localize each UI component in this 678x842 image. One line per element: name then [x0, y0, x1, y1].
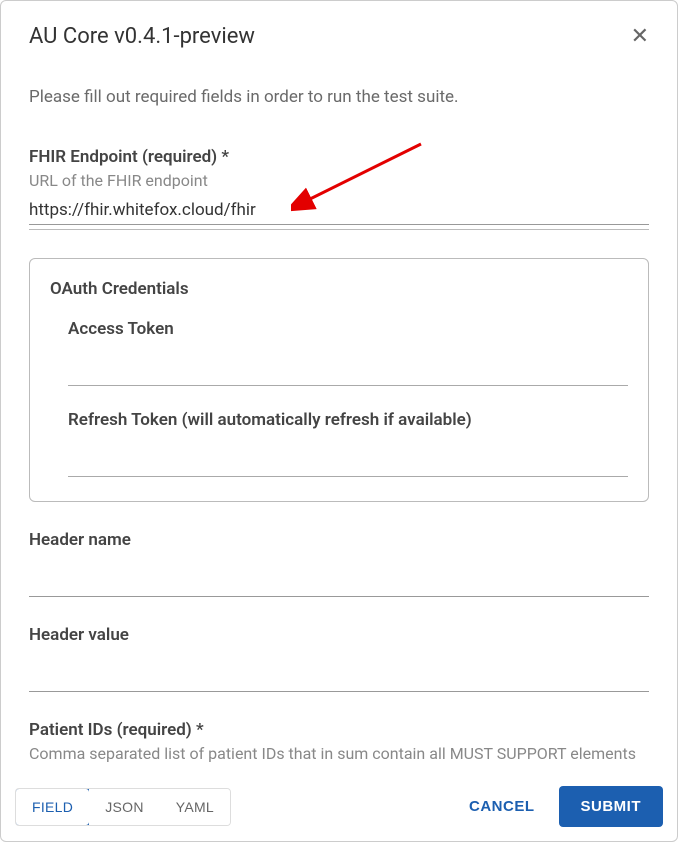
tab-yaml[interactable]: YAML [160, 789, 230, 825]
refresh-token-label: Refresh Token (will automatically refres… [68, 410, 628, 430]
form-scroll-area[interactable]: Please fill out required fields in order… [1, 59, 677, 776]
oauth-credentials-fieldset: OAuth Credentials Access Token Refresh T… [29, 258, 649, 502]
divider [29, 229, 649, 230]
header-name-label: Header name [29, 530, 649, 550]
fhir-endpoint-help: URL of the FHIR endpoint [29, 171, 649, 190]
intro-text: Please fill out required fields in order… [29, 87, 649, 107]
access-token-input[interactable] [68, 355, 628, 386]
header-value-input[interactable] [29, 661, 649, 692]
footer-actions: CANCEL SUBMIT [453, 786, 663, 827]
tab-field[interactable]: FIELD [15, 788, 90, 826]
format-tab-group: FIELD JSON YAML [15, 788, 231, 826]
patient-ids-label: Patient IDs (required) * [29, 720, 649, 740]
dialog-title: AU Core v0.4.1-preview [29, 24, 255, 49]
access-token-label: Access Token [68, 319, 628, 339]
dialog-footer: FIELD JSON YAML CANCEL SUBMIT [1, 776, 677, 841]
header-name-field: Header name [29, 530, 649, 597]
dialog: AU Core v0.4.1-preview ✕ Please fill out… [0, 0, 678, 842]
dialog-header: AU Core v0.4.1-preview ✕ [1, 1, 677, 59]
access-token-field: Access Token [68, 319, 628, 386]
cancel-button[interactable]: CANCEL [453, 788, 551, 825]
submit-button[interactable]: SUBMIT [559, 786, 664, 827]
close-icon: ✕ [631, 23, 649, 48]
fhir-endpoint-field: FHIR Endpoint (required) * URL of the FH… [29, 147, 649, 230]
fhir-endpoint-label: FHIR Endpoint (required) * [29, 147, 649, 167]
tab-json[interactable]: JSON [89, 789, 160, 825]
close-button[interactable]: ✕ [627, 21, 653, 51]
patient-ids-field: Patient IDs (required) * Comma separated… [29, 720, 649, 763]
oauth-legend: OAuth Credentials [50, 279, 628, 299]
header-value-label: Header value [29, 625, 649, 645]
header-value-field: Header value [29, 625, 649, 692]
header-name-input[interactable] [29, 566, 649, 597]
patient-ids-help: Comma separated list of patient IDs that… [29, 744, 649, 763]
refresh-token-input[interactable] [68, 446, 628, 477]
fhir-endpoint-input[interactable] [29, 194, 649, 225]
refresh-token-field: Refresh Token (will automatically refres… [68, 410, 628, 477]
